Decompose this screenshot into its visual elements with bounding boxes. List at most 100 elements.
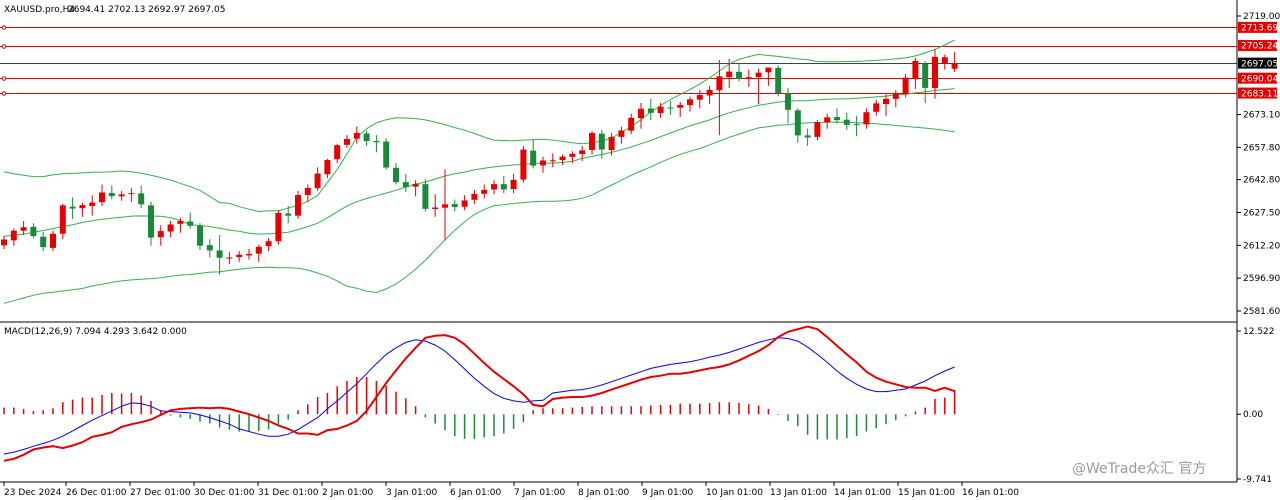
level-price-badge[interactable]: 2713.69 [1238,21,1278,34]
candle-body[interactable] [902,77,909,95]
candle-body[interactable] [246,253,252,256]
candle-body[interactable] [265,241,272,247]
candle-body[interactable] [412,183,419,187]
candle-body[interactable] [481,189,488,194]
candle-body[interactable] [69,206,76,209]
candle-body[interactable] [932,56,938,89]
candle-body[interactable] [765,67,772,73]
level-anchor[interactable] [1,91,7,96]
candle-body[interactable] [314,173,321,189]
current-price-badge[interactable]: 2697.05 [1238,57,1278,70]
candle-body[interactable] [706,89,713,96]
candle-body[interactable] [304,187,311,196]
candle-body[interactable] [206,245,213,251]
level-anchor[interactable] [1,44,7,49]
candle-body[interactable] [363,133,370,142]
candle-body[interactable] [843,119,850,125]
candle-body[interactable] [951,63,958,69]
candle-body[interactable] [873,103,880,112]
candle-body[interactable] [334,145,341,160]
candle-body[interactable] [20,227,27,231]
level-price-badge[interactable]: 2705.24 [1238,40,1278,52]
candle[interactable] [383,138,390,170]
candle-body[interactable] [461,200,468,207]
candle-body[interactable] [922,63,929,88]
candle-body[interactable] [755,72,762,77]
candle-body[interactable] [216,250,223,258]
candle-body[interactable] [275,212,282,242]
candle[interactable] [520,145,527,183]
candle-body[interactable] [157,231,164,238]
candle-body[interactable] [520,149,527,180]
candle-body[interactable] [451,204,458,208]
candle-body[interactable] [236,254,243,258]
candle-body[interactable] [589,133,595,150]
candle-body[interactable] [353,133,360,139]
candle-body[interactable] [1,239,7,246]
candle-body[interactable] [941,57,948,64]
candle-body[interactable] [187,221,194,226]
candle[interactable] [295,190,301,219]
candle-body[interactable] [89,202,96,207]
candle-body[interactable] [804,135,811,138]
candle-body[interactable] [167,224,174,232]
candle-body[interactable] [736,71,742,79]
candle-body[interactable] [285,213,292,216]
candle-body[interactable] [834,117,840,121]
candle-body[interactable] [30,226,37,237]
candle-body[interactable] [491,184,497,190]
candle-body[interactable] [59,205,66,234]
trading-chart[interactable]: 2719.00 2673.10 2657.80 2642.80 2627.50 2612.… [0,0,1280,500]
candle-body[interactable] [40,236,47,248]
candle-body[interactable] [745,77,752,79]
candle-body[interactable] [197,225,203,246]
candle-body[interactable] [785,93,791,110]
candle[interactable] [775,65,782,97]
candle-body[interactable] [667,107,674,109]
candle-body[interactable] [716,76,723,91]
candle-body[interactable] [118,194,125,197]
candle-body[interactable] [618,130,625,137]
candle-body[interactable] [10,230,17,241]
candle-body[interactable] [892,93,899,99]
level-anchor[interactable] [1,25,7,30]
candle-body[interactable] [883,98,889,105]
candle-body[interactable] [383,141,390,168]
candle-body[interactable] [177,221,184,224]
candle-body[interactable] [696,95,703,100]
candle-body[interactable] [50,233,56,248]
candle-body[interactable] [79,205,86,209]
candle-body[interactable] [824,117,831,123]
candle-body[interactable] [814,122,821,137]
candle-body[interactable] [432,207,439,210]
candle-body[interactable] [853,124,860,126]
candle-body[interactable] [775,67,782,94]
candle-body[interactable] [687,99,693,106]
candle-body[interactable] [128,193,135,195]
candle-body[interactable] [471,193,478,200]
level-price-badge[interactable]: 2683.11 [1238,87,1278,100]
candle-body[interactable] [540,160,546,166]
candle-body[interactable] [863,112,870,125]
candle-body[interactable] [226,257,233,259]
candle-body[interactable] [500,184,507,190]
candle-body[interactable] [647,108,654,113]
candle-body[interactable] [510,179,517,190]
candle-body[interactable] [657,106,664,114]
candle-body[interactable] [794,110,801,136]
candle-body[interactable] [628,117,635,131]
candle-body[interactable] [608,136,615,151]
candle[interactable] [275,210,282,245]
candle-body[interactable] [108,192,115,197]
candle-body[interactable] [295,195,301,216]
candle-body[interactable] [530,150,537,166]
candle-body[interactable] [559,156,566,161]
candle-body[interactable] [255,246,262,254]
candle-body[interactable] [402,182,409,188]
candle-body[interactable] [99,192,105,203]
candle-body[interactable] [324,160,331,175]
candle-body[interactable] [598,133,605,150]
candle-body[interactable] [677,104,684,108]
candle-body[interactable] [569,153,576,157]
candle-body[interactable] [726,71,733,78]
